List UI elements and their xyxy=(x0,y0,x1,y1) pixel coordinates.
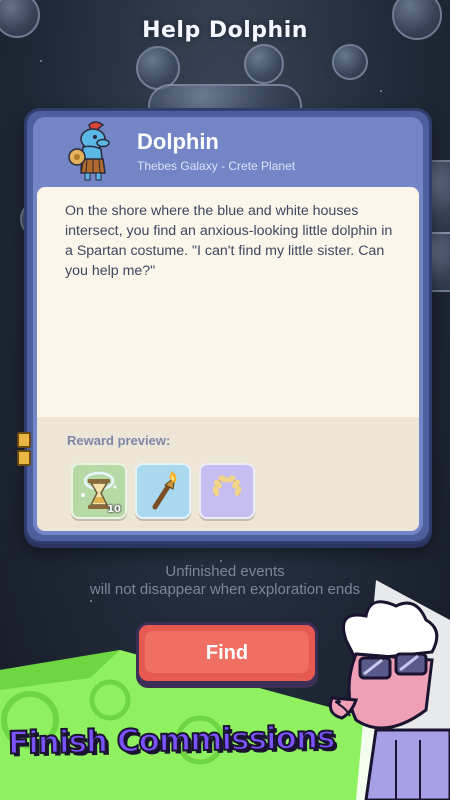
reward-item-hourglass[interactable]: 10 xyxy=(71,463,127,519)
card-header: Dolphin Thebes Galaxy - Crete Planet xyxy=(33,117,423,185)
reward-section: Reward preview: 10 xyxy=(37,417,419,531)
star xyxy=(40,60,42,62)
reward-label: Reward preview: xyxy=(67,433,171,448)
event-card: Dolphin Thebes Galaxy - Crete Planet On … xyxy=(24,108,432,544)
mascot-llama-icon xyxy=(328,580,450,800)
card-side-tab xyxy=(17,450,31,466)
star xyxy=(380,90,382,92)
character-location: Thebes Galaxy - Crete Planet xyxy=(137,159,296,173)
find-button-label: Find xyxy=(205,641,249,664)
planet-bubble xyxy=(244,44,284,84)
planet-bubble xyxy=(332,44,368,80)
star xyxy=(90,600,92,602)
torch-icon xyxy=(152,471,177,510)
event-content-panel: On the shore where the blue and white ho… xyxy=(37,187,419,531)
notice-line-1: Unfinished events xyxy=(165,563,285,580)
reward-item-laurel[interactable] xyxy=(199,463,255,519)
promo-banner-text: Finish Commissions xyxy=(7,719,336,763)
event-card-inner: Dolphin Thebes Galaxy - Crete Planet On … xyxy=(33,117,423,535)
character-name: Dolphin xyxy=(137,129,219,154)
screen-title: Help Dolphin xyxy=(142,18,308,43)
reward-item-torch[interactable] xyxy=(135,463,191,519)
reward-quantity: 10 xyxy=(107,504,121,515)
event-description: On the shore where the blue and white ho… xyxy=(65,203,393,279)
laurel-wreath-icon xyxy=(212,475,242,496)
dolphin-avatar-icon xyxy=(68,121,110,181)
find-button[interactable]: Find xyxy=(136,622,318,684)
card-side-tab xyxy=(17,432,31,448)
star xyxy=(220,560,222,562)
reward-list: 10 xyxy=(71,463,255,519)
